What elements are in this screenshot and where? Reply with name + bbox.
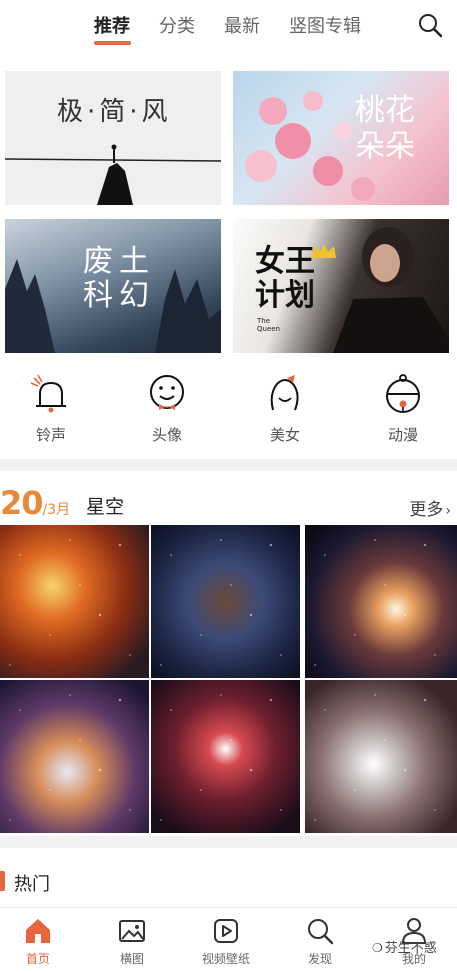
watermark: ❍ 芬生不惑 (372, 937, 437, 956)
category-label: 铃声 (35, 426, 66, 444)
tab-categories[interactable]: 分类 (159, 12, 195, 38)
wallpaper-thumbnail[interactable] (0, 680, 149, 833)
tab-vertical-albums[interactable]: 竖图专辑 (289, 12, 361, 38)
chevron-right-icon: › (445, 503, 451, 519)
category-avatars[interactable]: 头像 (127, 372, 207, 445)
more-label: 更多 (409, 500, 444, 520)
search-icon[interactable] (417, 12, 443, 38)
banner-queen-plan[interactable]: 女王计划 The Queen (233, 219, 449, 353)
banner-title: 废土科幻 (83, 244, 155, 313)
daily-day: 20 (0, 484, 44, 522)
girl-icon (270, 375, 299, 411)
daily-date: 20/3月 (0, 484, 70, 522)
search-icon (308, 919, 334, 945)
category-anime[interactable]: 动漫 (363, 372, 443, 445)
daily-month: /3月 (42, 502, 71, 518)
wallpaper-thumbnail[interactable] (305, 525, 457, 678)
bell-icon (30, 374, 66, 413)
nav-label: 横图 (119, 952, 144, 966)
more-link[interactable]: 更多 › (409, 495, 451, 520)
divider (0, 836, 457, 848)
image-icon (119, 920, 145, 942)
banner-wasteland-scifi[interactable]: 废土科幻 (5, 219, 221, 353)
watermark-text: 芬生不惑 (384, 941, 437, 956)
category-label: 动漫 (387, 426, 418, 444)
category-beauties[interactable]: 美女 (245, 372, 325, 445)
tab-recommend[interactable]: 推荐 (94, 12, 130, 38)
banner-title: 极·简·风 (57, 97, 172, 127)
banner-peach-blossom[interactable]: 桃花朵朵 (233, 71, 449, 205)
nav-video-wallpaper[interactable]: 视频壁纸 (188, 916, 264, 967)
divider (0, 459, 457, 471)
section-marker (0, 871, 5, 891)
hot-title: 热门 (14, 874, 50, 895)
banner-subtitle: The Queen (257, 317, 280, 333)
tab-latest[interactable]: 最新 (224, 12, 260, 38)
category-ringtones[interactable]: 铃声 (11, 372, 91, 445)
nav-label: 视频壁纸 (201, 952, 250, 966)
nav-landscape[interactable]: 横图 (94, 916, 170, 967)
wallpaper-thumbnail[interactable] (0, 525, 149, 678)
banner-title: 桃花朵朵 (355, 93, 415, 164)
nav-discover[interactable]: 发现 (282, 916, 358, 967)
bell-charm-icon (386, 374, 420, 413)
play-icon (214, 919, 238, 943)
wallpaper-thumbnail[interactable] (151, 680, 300, 833)
nav-home[interactable]: 首页 (0, 916, 76, 967)
nav-label: 首页 (25, 952, 50, 966)
wallpaper-thumbnail[interactable] (305, 680, 457, 833)
home-icon (26, 919, 50, 943)
smiley-icon (150, 375, 184, 410)
banner-title: 女王计划 (255, 244, 315, 313)
category-label: 头像 (151, 426, 182, 444)
chat-bubble-icon: ❍ (372, 941, 383, 955)
category-label: 美女 (269, 426, 300, 444)
active-tab-indicator (94, 41, 131, 45)
daily-title: 星空 (86, 496, 125, 518)
nav-label: 发现 (307, 952, 332, 966)
wallpaper-thumbnail[interactable] (151, 525, 300, 678)
mountain-illustration (5, 144, 221, 205)
top-tab-bar: 推荐 分类 最新 竖图专辑 (0, 0, 457, 52)
banner-minimal-style[interactable]: 极·简·风 (5, 71, 221, 205)
